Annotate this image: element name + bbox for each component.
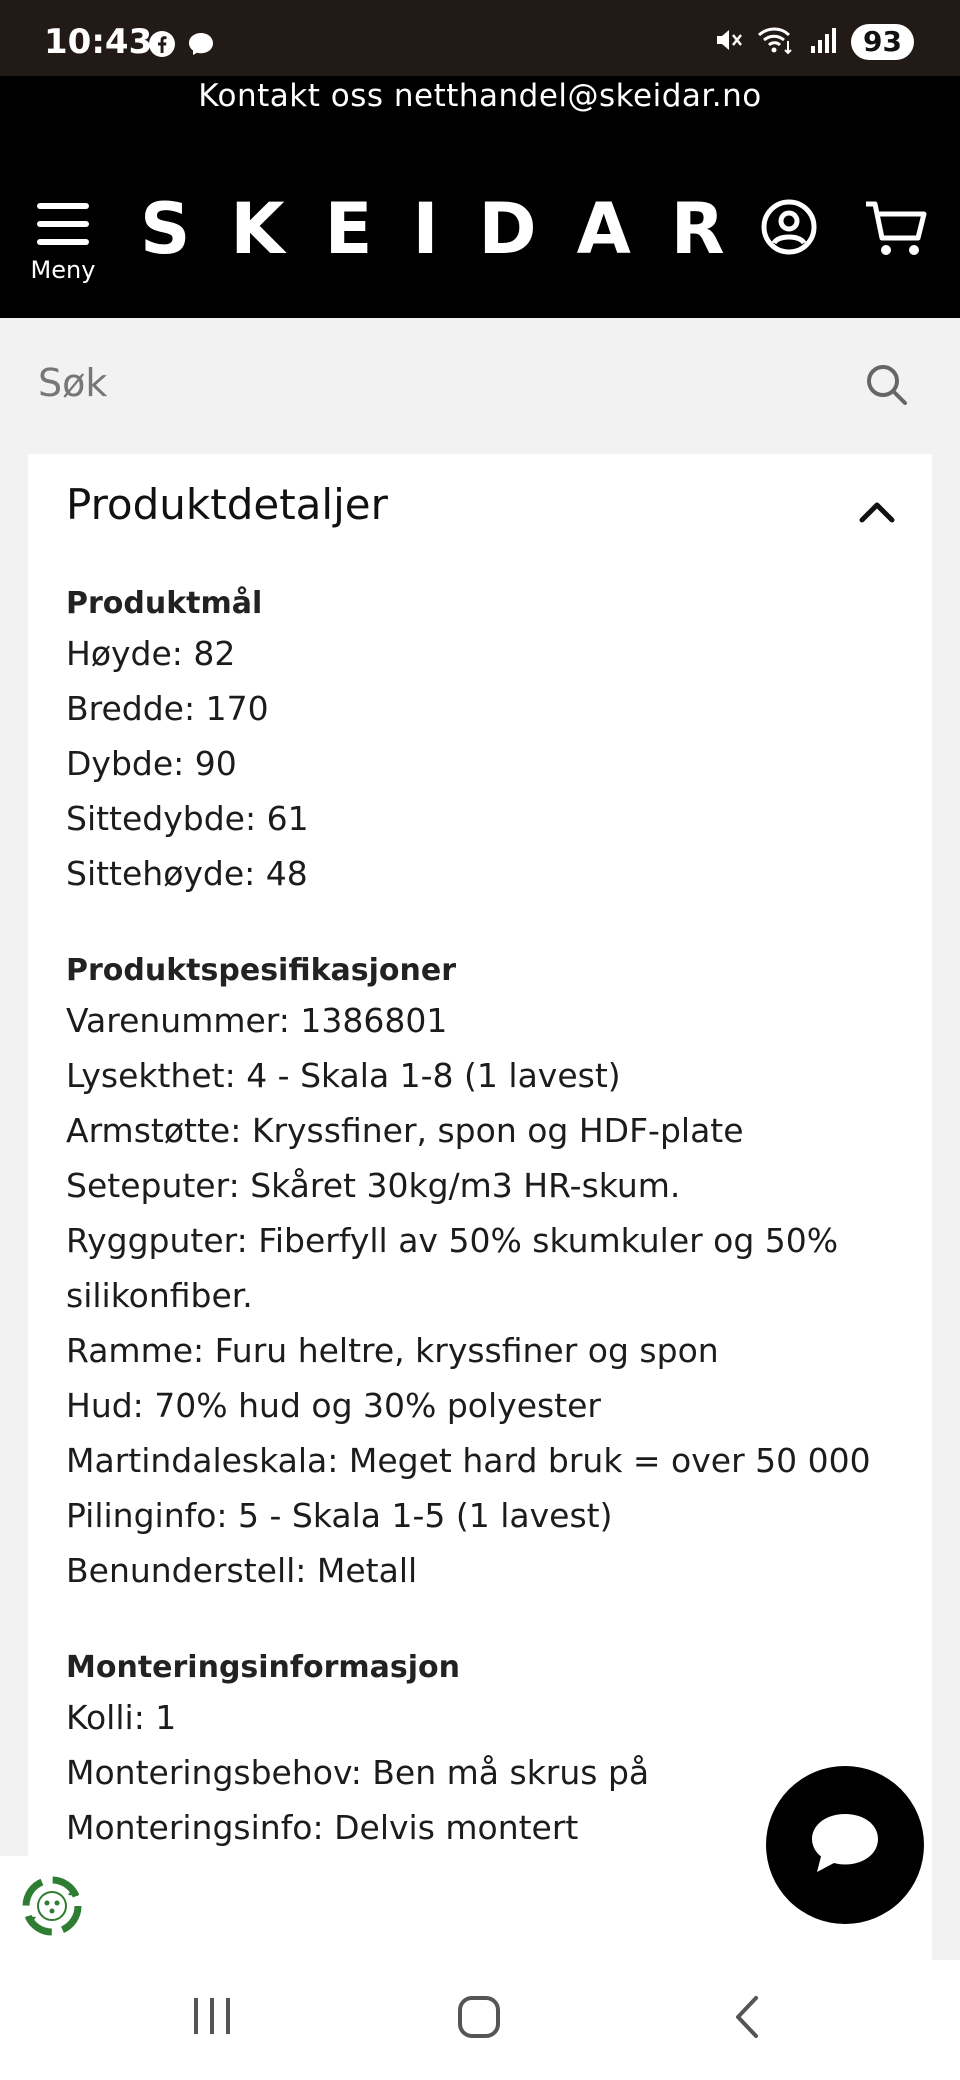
spec-line: Ramme: Furu heltre, kryssfiner og spon xyxy=(66,1331,719,1370)
spec-line: Lysekthet: 4 - Skala 1-8 (1 lavest) xyxy=(66,1056,621,1095)
home-icon xyxy=(456,1996,502,2044)
site-logo[interactable]: SKEIDAR xyxy=(140,188,765,270)
search-icon xyxy=(864,365,910,412)
account-icon xyxy=(760,199,818,260)
menu-button[interactable]: Meny xyxy=(30,200,96,284)
spec-line: Monteringsbehov: Ben må skrus på xyxy=(66,1753,650,1792)
battery-level: 93 xyxy=(851,24,914,60)
back-button[interactable] xyxy=(728,1994,768,2044)
system-nav-bar xyxy=(0,1960,960,2080)
site-header: Kontakt oss netthandel@skeidar.no Meny S… xyxy=(0,76,960,318)
spec-line: Kolli: 1 xyxy=(66,1698,177,1737)
home-button[interactable] xyxy=(456,1994,502,2044)
chat-button[interactable] xyxy=(766,1766,924,1924)
cart-button[interactable] xyxy=(864,198,928,262)
spec-line: Dybde: 90 xyxy=(66,744,237,783)
status-bar: 10:43 93 xyxy=(0,0,960,76)
menu-icon xyxy=(35,203,91,252)
spec-line: Ryggputer: Fiberfyll av 50% skumkuler og… xyxy=(66,1221,849,1315)
spec-line: Hud: 70% hud og 30% polyester xyxy=(66,1386,601,1425)
section-heading: Produktmål xyxy=(66,586,263,621)
wifi-icon xyxy=(757,25,795,59)
status-system-icons: 93 xyxy=(713,24,914,60)
cart-icon xyxy=(864,201,928,262)
spec-line: Sittehøyde: 48 xyxy=(66,854,308,893)
recent-apps-button[interactable] xyxy=(190,1994,234,2042)
recent-apps-icon xyxy=(190,1998,234,2042)
mute-icon xyxy=(713,25,743,59)
spec-line: Pilinginfo: 5 - Skala 1-5 (1 lavest) xyxy=(66,1496,613,1535)
search-button[interactable] xyxy=(864,362,910,412)
spec-line: Benunderstell: Metall xyxy=(66,1551,418,1590)
facebook-icon xyxy=(148,30,176,62)
account-button[interactable] xyxy=(760,198,818,260)
status-app-icons xyxy=(148,30,216,62)
spec-line: Høyde: 82 xyxy=(66,634,236,673)
messenger-icon xyxy=(186,30,216,62)
contact-link[interactable]: Kontakt oss netthandel@skeidar.no xyxy=(0,76,960,114)
chat-bubble-icon xyxy=(808,1810,882,1880)
spec-line: Martindaleskala: Meget hard bruk = over … xyxy=(66,1441,871,1480)
eco-recycle-icon xyxy=(16,1870,88,1946)
menu-label: Meny xyxy=(30,256,96,284)
signal-icon xyxy=(809,26,837,58)
section-produktmal: Produktmål Høyde: 82 Bredde: 170 Dybde: … xyxy=(66,582,906,901)
eco-badge[interactable] xyxy=(0,1856,104,1960)
section-produktspesifikasjoner: Produktspesifikasjoner Varenummer: 13868… xyxy=(66,949,906,1598)
search-input[interactable] xyxy=(38,348,818,418)
search-bar xyxy=(0,318,960,454)
product-details-content: Produktmål Høyde: 82 Bredde: 170 Dybde: … xyxy=(66,582,906,1903)
product-details-panel: Produktdetaljer Produktmål Høyde: 82 Bre… xyxy=(28,454,932,1960)
collapse-toggle[interactable] xyxy=(858,498,896,528)
chevron-up-icon xyxy=(858,502,896,528)
spec-line: Armstøtte: Kryssfiner, spon og HDF-plate xyxy=(66,1111,744,1150)
spec-line: Varenummer: 1386801 xyxy=(66,1001,448,1040)
product-details-title[interactable]: Produktdetaljer xyxy=(66,480,388,529)
status-time: 10:43 xyxy=(44,22,153,62)
section-heading: Produktspesifikasjoner xyxy=(66,953,457,988)
spec-line: Bredde: 170 xyxy=(66,689,269,728)
back-icon xyxy=(728,1996,768,2044)
spec-line: Seteputer: Skåret 30kg/m3 HR-skum. xyxy=(66,1166,681,1205)
spec-line: Sittedybde: 61 xyxy=(66,799,309,838)
section-heading: Monteringsinformasjon xyxy=(66,1650,460,1685)
